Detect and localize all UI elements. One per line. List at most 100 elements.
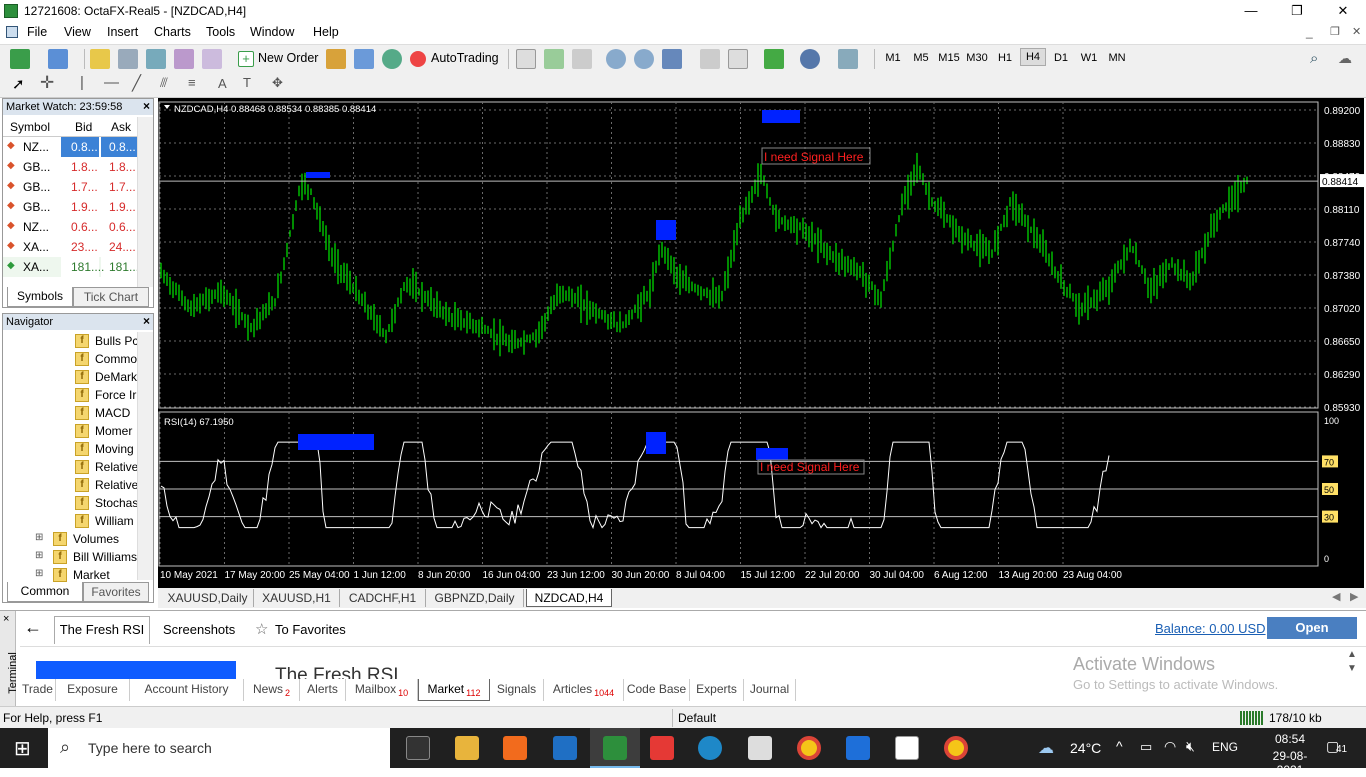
app-orange-icon[interactable]	[503, 736, 527, 760]
market-watch-row[interactable]: ◆ XA... 181.... 181....	[3, 257, 142, 277]
navigator-indicator-item[interactable]: f Stochas	[3, 494, 137, 512]
menu-insert[interactable]: Insert	[107, 25, 138, 39]
metaeditor-icon[interactable]	[326, 49, 346, 69]
tab-scroll-right-icon[interactable]: ▶	[1350, 590, 1358, 603]
tab-the-fresh-rsi[interactable]: The Fresh RSI	[54, 616, 150, 644]
navigator-indicator-item[interactable]: f DeMark	[3, 368, 137, 386]
new-chart-icon[interactable]	[10, 49, 30, 69]
market-watch-close-icon[interactable]: ×	[143, 99, 150, 113]
clock-time[interactable]: 08:54	[1260, 732, 1320, 746]
tf-w1[interactable]: W1	[1076, 52, 1102, 64]
col-symbol[interactable]: Symbol	[10, 120, 50, 134]
text-label-icon[interactable]: T	[243, 75, 251, 90]
notepad-icon[interactable]	[748, 736, 772, 760]
terminal-tab[interactable]: Exposure	[56, 679, 130, 701]
clock-date[interactable]: 29-08-2021	[1260, 749, 1320, 777]
market-watch-row[interactable]: ◆ GB... 1.9... 1.9...	[3, 197, 137, 217]
tf-m1[interactable]: M1	[880, 52, 906, 64]
horizontal-line-icon[interactable]: —	[104, 74, 119, 91]
chart-tab-gbpnzd-daily[interactable]: GBPNZD,Daily	[426, 589, 524, 607]
tf-m5[interactable]: M5	[908, 52, 934, 64]
new-order-icon[interactable]: +	[238, 51, 254, 67]
zoom-in-icon[interactable]	[606, 49, 626, 69]
navigator-indicator-item[interactable]: f Relative	[3, 458, 137, 476]
scroll-down-icon[interactable]: ▼	[1347, 663, 1357, 674]
app-gn-icon[interactable]	[895, 736, 919, 760]
autotrading-button[interactable]: AutoTrading	[431, 51, 499, 65]
terminal-icon[interactable]	[174, 49, 194, 69]
tile-windows-icon[interactable]	[662, 49, 682, 69]
chart-shift-icon[interactable]	[728, 49, 748, 69]
restore-button[interactable]: ❐	[1274, 0, 1320, 22]
navigator-icon[interactable]	[118, 49, 138, 69]
file-explorer-icon[interactable]	[455, 736, 479, 760]
trendline-icon[interactable]: ╱	[132, 74, 141, 92]
menu-tools[interactable]: Tools	[206, 25, 235, 39]
chart-tab-xauusd-h1[interactable]: XAUUSD,H1	[254, 589, 340, 607]
tray-chevron-icon[interactable]: ^	[1116, 738, 1123, 754]
fibonacci-icon[interactable]: ≡	[188, 75, 196, 90]
battery-icon[interactable]: ▭	[1140, 739, 1152, 755]
bar-chart-icon[interactable]	[516, 49, 536, 69]
zoom-out-icon[interactable]	[634, 49, 654, 69]
scroll-chart-icon[interactable]	[700, 49, 720, 69]
chart-tab-cadchf-h1[interactable]: CADCHF,H1	[340, 589, 426, 607]
market-watch-icon[interactable]	[90, 49, 110, 69]
tab-common[interactable]: Common	[7, 582, 83, 602]
tf-h1[interactable]: H1	[992, 52, 1018, 64]
navigator-indicator-item[interactable]: f Commo	[3, 350, 137, 368]
weather-icon[interactable]: ☁	[1038, 738, 1054, 758]
navigator-indicator-item[interactable]: f William	[3, 512, 137, 530]
mdi-restore-icon[interactable]: ❐	[1330, 25, 1340, 38]
new-order-button[interactable]: New Order	[258, 51, 318, 65]
tab-symbols[interactable]: Symbols	[7, 287, 73, 307]
tab-scroll-left-icon[interactable]: ◀	[1332, 590, 1340, 603]
minimize-button[interactable]: —	[1228, 0, 1274, 22]
candlestick-icon[interactable]	[544, 49, 564, 69]
expand-icon[interactable]: ⊞	[35, 550, 43, 561]
open-button[interactable]: Open	[1267, 617, 1357, 639]
menu-view[interactable]: View	[64, 25, 91, 39]
crosshair-icon[interactable]: ✛	[40, 73, 54, 93]
star-icon[interactable]: ☆	[255, 620, 268, 638]
autotrading-icon[interactable]	[410, 51, 426, 67]
to-favorites-link[interactable]: To Favorites	[275, 622, 346, 637]
anydesk-icon[interactable]	[650, 736, 674, 760]
language-indicator[interactable]: ENG	[1212, 740, 1238, 754]
task-view-icon[interactable]	[406, 736, 430, 760]
terminal-tab[interactable]: News 2	[244, 679, 300, 701]
terminal-tab[interactable]: Code Base	[624, 679, 690, 701]
market-watch-row[interactable]: ◆ NZ... 0.6... 0.6...	[3, 217, 137, 237]
volume-muted-icon[interactable]: 🔇︎	[1186, 738, 1195, 755]
navigator-indicator-item[interactable]: f Relative	[3, 476, 137, 494]
market-watch-scrollbar[interactable]	[137, 117, 153, 287]
balance-link[interactable]: Balance: 0.00 USD	[1155, 621, 1266, 636]
expand-icon[interactable]: ⊞	[35, 568, 43, 579]
cursor-icon[interactable]: ➚	[12, 75, 25, 93]
chrome-icon[interactable]	[797, 736, 821, 760]
outlook-icon[interactable]	[553, 736, 577, 760]
chart-tab-nzdcad-h4[interactable]: NZDCAD,H4	[526, 589, 612, 607]
tf-m30[interactable]: M30	[964, 52, 990, 64]
tf-m15[interactable]: M15	[936, 52, 962, 64]
market-watch-row[interactable]: ◆ NZ... 0.8... 0.8...	[3, 137, 137, 157]
terminal-tab[interactable]: Trade	[20, 679, 56, 701]
app-blue-icon[interactable]	[846, 736, 870, 760]
terminal-tab[interactable]: Journal	[744, 679, 796, 701]
terminal-tab[interactable]: Account History	[130, 679, 244, 701]
vertical-line-icon[interactable]: |	[80, 74, 84, 91]
chart-tab-xauusd-daily[interactable]: XAUUSD,Daily	[162, 589, 254, 607]
market-watch-row[interactable]: ◆ GB... 1.7... 1.7...	[3, 177, 137, 197]
profiles-icon[interactable]	[48, 49, 68, 69]
indicators-icon[interactable]	[764, 49, 784, 69]
search-icon[interactable]: ⌕	[1310, 50, 1318, 67]
market-watch-row[interactable]: ◆ XA... 23.... 24....	[3, 237, 137, 257]
edge-icon[interactable]	[698, 736, 722, 760]
col-ask[interactable]: Ask	[111, 120, 131, 134]
terminal-tab[interactable]: Articles 1044	[544, 679, 624, 701]
market-icon[interactable]	[354, 49, 374, 69]
tab-favorites[interactable]: Favorites	[83, 582, 149, 602]
wifi-icon[interactable]: ◠	[1164, 738, 1176, 755]
tf-d1[interactable]: D1	[1048, 52, 1074, 64]
menu-window[interactable]: Window	[250, 25, 294, 39]
